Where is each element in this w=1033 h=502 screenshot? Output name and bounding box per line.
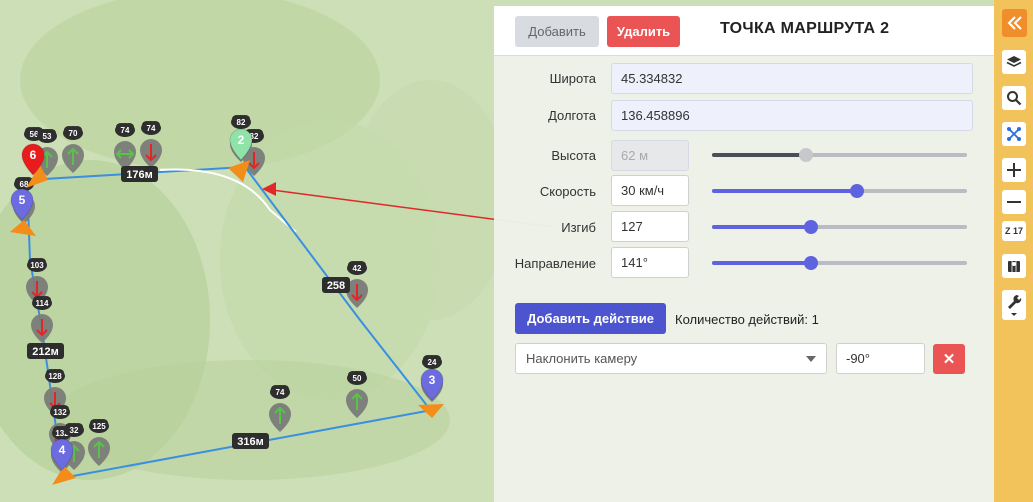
svg-text:50: 50: [353, 374, 362, 383]
longitude-field[interactable]: 136.458896: [611, 100, 973, 131]
svg-text:114: 114: [36, 299, 49, 308]
minus-icon: [1007, 201, 1021, 203]
double-chevron-left-icon: [1007, 16, 1022, 30]
svg-text:42: 42: [353, 264, 362, 273]
svg-text:53: 53: [43, 132, 52, 141]
svg-text:5: 5: [19, 193, 26, 207]
map-toolbar: Z 17: [994, 0, 1033, 502]
svg-text:128: 128: [48, 372, 62, 381]
layers-button[interactable]: [1002, 50, 1026, 74]
segment-label-4: 316м: [232, 433, 269, 449]
svg-text:125: 125: [92, 422, 106, 431]
segment-label-3: 212м: [27, 343, 64, 359]
collapse-panel-button[interactable]: [1002, 9, 1027, 37]
bend-field[interactable]: 127: [611, 211, 689, 242]
speed-field[interactable]: 30 км/ч: [611, 175, 689, 206]
svg-text:70: 70: [69, 129, 78, 138]
svg-text:6: 6: [30, 148, 37, 162]
chevron-down-icon: [806, 356, 816, 362]
add-action-button[interactable]: Добавить действие: [515, 303, 666, 334]
svg-text:103: 103: [30, 261, 44, 270]
plus-icon: [1007, 163, 1021, 177]
zoom-level-text: Z 17: [1004, 226, 1023, 236]
direction-field[interactable]: 141°: [611, 247, 689, 278]
map-type-button[interactable]: [1002, 254, 1026, 278]
height-slider: [712, 148, 967, 162]
svg-text:74: 74: [147, 124, 156, 133]
svg-text:2: 2: [238, 133, 245, 147]
svg-text:132: 132: [53, 408, 67, 417]
waypoint-panel: Добавить Удалить ТОЧКА МАРШРУТА 2 Широта…: [494, 6, 994, 502]
segment-label-2: 258: [322, 277, 350, 293]
height-field: 62 м: [611, 140, 689, 171]
height-label: Высота: [551, 148, 596, 163]
svg-text:32: 32: [70, 426, 79, 435]
action-param-field[interactable]: -90°: [836, 343, 925, 374]
layers-icon: [1006, 56, 1022, 67]
delete-waypoint-button[interactable]: Удалить: [607, 16, 680, 47]
svg-text:212м: 212м: [32, 346, 59, 358]
svg-text:24: 24: [428, 358, 437, 367]
segment-label-1: 176м: [121, 166, 158, 182]
svg-text:82: 82: [237, 118, 246, 127]
search-icon: [1007, 91, 1022, 106]
wrench-icon: [1008, 295, 1022, 316]
speed-slider[interactable]: [712, 184, 967, 198]
add-waypoint-button[interactable]: Добавить: [515, 16, 599, 47]
map-icon: [1008, 261, 1020, 272]
remove-action-button[interactable]: ✕: [933, 344, 965, 374]
search-button[interactable]: [1002, 86, 1026, 110]
zoom-level: Z 17: [1002, 221, 1026, 241]
svg-text:74: 74: [276, 388, 285, 397]
longitude-label: Долгота: [548, 108, 596, 123]
svg-text:176м: 176м: [126, 169, 153, 181]
action-type-select[interactable]: Наклонить камеру: [515, 343, 827, 374]
drone-icon: [1007, 127, 1021, 141]
bend-label: Изгиб: [561, 220, 596, 235]
direction-label: Направление: [514, 256, 596, 271]
svg-text:3: 3: [429, 373, 436, 387]
panel-header: Добавить Удалить ТОЧКА МАРШРУТА 2: [494, 6, 994, 56]
zoom-in-button[interactable]: [1002, 158, 1026, 182]
speed-label: Скорость: [539, 184, 596, 199]
panel-title: ТОЧКА МАРШРУТА 2: [720, 20, 890, 37]
direction-slider[interactable]: [712, 256, 967, 270]
action-type-value: Наклонить камеру: [526, 351, 638, 366]
latitude-field[interactable]: 45.334832: [611, 63, 973, 94]
svg-text:4: 4: [59, 443, 66, 457]
settings-button[interactable]: [1002, 290, 1026, 320]
svg-text:74: 74: [121, 126, 130, 135]
bend-slider[interactable]: [712, 220, 967, 234]
svg-text:68: 68: [20, 180, 29, 189]
drone-button[interactable]: [1002, 122, 1026, 146]
svg-text:316м: 316м: [237, 436, 264, 448]
svg-text:258: 258: [327, 280, 345, 292]
latitude-label: Широта: [549, 71, 596, 86]
action-count: Количество действий: 1: [675, 312, 819, 327]
zoom-out-button[interactable]: [1002, 190, 1026, 214]
